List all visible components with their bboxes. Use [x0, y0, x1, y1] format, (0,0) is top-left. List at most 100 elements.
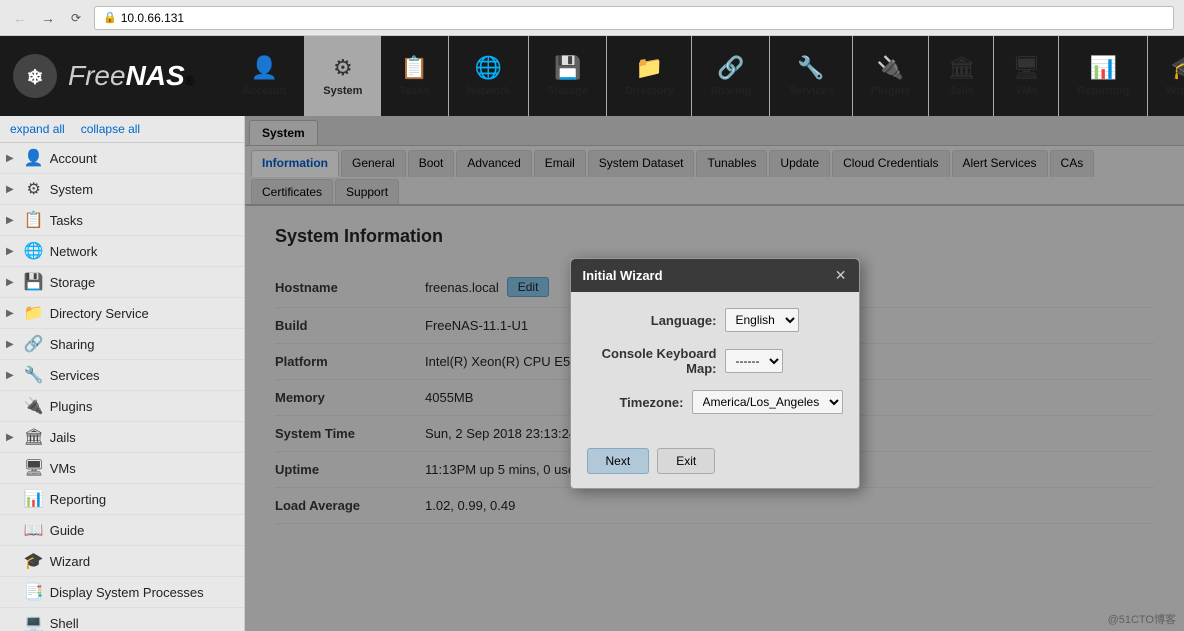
- keyboard-select[interactable]: ------: [725, 349, 783, 373]
- expand-icon-jails: ▶: [6, 432, 14, 443]
- sidebar-item-storage[interactable]: ▶ 💾 Storage: [0, 267, 244, 298]
- nav-label-account: Account: [242, 85, 286, 97]
- sidebar-item-plugins[interactable]: ▶ 🔌 Plugins: [0, 391, 244, 422]
- sidebar-label-services: Services: [50, 368, 100, 383]
- nav-item-tasks[interactable]: 📋 Tasks: [381, 36, 448, 116]
- refresh-button[interactable]: ⟳: [66, 8, 86, 28]
- sidebar-label-shell: Shell: [50, 616, 79, 631]
- jails-icon: 🏛: [947, 55, 975, 81]
- shell-sidebar-icon: 💻: [24, 613, 44, 631]
- vms-icon: 🖥: [1012, 55, 1040, 81]
- plugins-icon: 🔌: [877, 55, 904, 81]
- nav-item-sharing[interactable]: 🔗 Sharing: [692, 36, 770, 116]
- wizard-icon: 🎓: [1171, 55, 1184, 81]
- nav-label-storage: Storage: [547, 85, 588, 97]
- wizard-sidebar-icon: 🎓: [24, 551, 44, 571]
- forward-button[interactable]: →: [38, 8, 58, 28]
- nav-label-services: Services: [788, 85, 833, 97]
- sidebar-item-tasks[interactable]: ▶ 📋 Tasks: [0, 205, 244, 236]
- sidebar-item-vms[interactable]: ▶ 🖥 VMs: [0, 453, 244, 484]
- modal-body: Language: English Console Keyboard Map: …: [571, 292, 859, 440]
- sidebar-label-system: System: [50, 182, 93, 197]
- sidebar-label-storage: Storage: [50, 275, 96, 290]
- tasks-icon: 📋: [401, 55, 428, 81]
- nav-label-system: System: [323, 85, 362, 97]
- url-icon: 🔒: [103, 11, 117, 24]
- storage-sidebar-icon: 💾: [24, 272, 44, 292]
- sidebar-label-wizard: Wizard: [50, 554, 90, 569]
- reporting-sidebar-icon: 📊: [24, 489, 44, 509]
- sidebar-item-network[interactable]: ▶ 🌐 Network: [0, 236, 244, 267]
- language-select[interactable]: English: [725, 308, 799, 332]
- sidebar-item-shell[interactable]: ▶ 💻 Shell: [0, 608, 244, 631]
- timezone-label: Timezone:: [587, 395, 684, 410]
- exit-button[interactable]: Exit: [657, 448, 715, 474]
- sidebar-item-services[interactable]: ▶ 🔧 Services: [0, 360, 244, 391]
- next-button[interactable]: Next: [587, 448, 650, 474]
- app: ❄ FreeNAS® 👤 Account ⚙ System 📋 Tasks 🌐: [0, 36, 1184, 631]
- reporting-icon: 📊: [1090, 55, 1117, 81]
- nav-item-reporting[interactable]: 📊 Reporting: [1059, 36, 1148, 116]
- modal-close-button[interactable]: ✕: [835, 267, 847, 284]
- nav-item-storage[interactable]: 💾 Storage: [529, 36, 607, 116]
- system-icon: ⚙: [333, 55, 353, 81]
- sidebar-item-sharing[interactable]: ▶ 🔗 Sharing: [0, 329, 244, 360]
- directory-sidebar-icon: 📁: [24, 303, 44, 323]
- sidebar-label-sharing: Sharing: [50, 337, 95, 352]
- nav-label-plugins: Plugins: [871, 85, 911, 97]
- timezone-field: Timezone: America/Los_Angeles: [587, 390, 843, 414]
- sharing-icon: 🔗: [717, 55, 744, 81]
- nav-label-vms: VMs: [1015, 85, 1038, 97]
- logo-text: FreeNAS®: [68, 60, 194, 92]
- sidebar-label-reporting: Reporting: [50, 492, 106, 507]
- sidebar-label-directory: Directory Service: [50, 306, 149, 321]
- svg-text:❄: ❄: [27, 67, 44, 89]
- initial-wizard-modal: Initial Wizard ✕ Language: English Conso…: [570, 258, 860, 489]
- sidebar-item-system[interactable]: ▶ ⚙ System: [0, 174, 244, 205]
- network-icon: 🌐: [475, 55, 502, 81]
- plugins-sidebar-icon: 🔌: [24, 396, 44, 416]
- sidebar-item-wizard[interactable]: ▶ 🎓 Wizard: [0, 546, 244, 577]
- nav-label-sharing: Sharing: [710, 85, 751, 97]
- sidebar-item-display-system-processes[interactable]: ▶ 📑 Display System Processes: [0, 577, 244, 608]
- jails-sidebar-icon: 🏛: [24, 427, 44, 447]
- nav-item-network[interactable]: 🌐 Network: [449, 36, 529, 116]
- expand-icon-directory: ▶: [6, 308, 14, 319]
- expand-icon-tasks: ▶: [6, 215, 14, 226]
- sidebar-item-guide[interactable]: ▶ 📖 Guide: [0, 515, 244, 546]
- sidebar-item-reporting[interactable]: ▶ 📊 Reporting: [0, 484, 244, 515]
- back-button[interactable]: ←: [10, 8, 30, 28]
- expand-icon-account: ▶: [6, 153, 14, 164]
- sidebar-label-guide: Guide: [50, 523, 85, 538]
- nav-label-reporting: Reporting: [1077, 85, 1129, 97]
- nav-item-wizard[interactable]: 🎓 Wizard: [1148, 36, 1184, 116]
- keyboard-label: Console Keyboard Map:: [587, 346, 717, 376]
- timezone-select[interactable]: America/Los_Angeles: [692, 390, 843, 414]
- sidebar-label-vms: VMs: [50, 461, 76, 476]
- sidebar-item-jails[interactable]: ▶ 🏛 Jails: [0, 422, 244, 453]
- expand-all-link[interactable]: expand all: [10, 122, 65, 136]
- nav-item-plugins[interactable]: 🔌 Plugins: [853, 36, 930, 116]
- nav-item-jails[interactable]: 🏛 Jails: [929, 36, 994, 116]
- content-area: expand all collapse all ▶ 👤 Account ▶ ⚙ …: [0, 116, 1184, 631]
- storage-icon: 💾: [554, 55, 581, 81]
- sidebar-item-directory-service[interactable]: ▶ 📁 Directory Service: [0, 298, 244, 329]
- sidebar-controls: expand all collapse all: [0, 116, 244, 143]
- nav-item-vms[interactable]: 🖥 VMs: [994, 36, 1059, 116]
- nav-label-wizard: Wizard: [1166, 85, 1184, 97]
- collapse-all-link[interactable]: collapse all: [81, 122, 140, 136]
- url-text: 10.0.66.131: [121, 11, 184, 25]
- services-icon: 🔧: [797, 55, 824, 81]
- sidebar-item-account[interactable]: ▶ 👤 Account: [0, 143, 244, 174]
- sidebar: expand all collapse all ▶ 👤 Account ▶ ⚙ …: [0, 116, 245, 631]
- nav-item-services[interactable]: 🔧 Services: [770, 36, 852, 116]
- nav-item-account[interactable]: 👤 Account: [224, 36, 305, 116]
- expand-icon-system: ▶: [6, 184, 14, 195]
- directory-icon: 📁: [636, 55, 663, 81]
- nav-item-directory[interactable]: 📁 Directory: [607, 36, 692, 116]
- freenas-logo-icon: ❄: [10, 51, 60, 101]
- main-panel: System Information General Boot Advanced…: [245, 116, 1184, 631]
- nav-item-system[interactable]: ⚙ System: [305, 36, 381, 116]
- sidebar-label-network: Network: [50, 244, 98, 259]
- url-bar[interactable]: 🔒 10.0.66.131: [94, 6, 1174, 30]
